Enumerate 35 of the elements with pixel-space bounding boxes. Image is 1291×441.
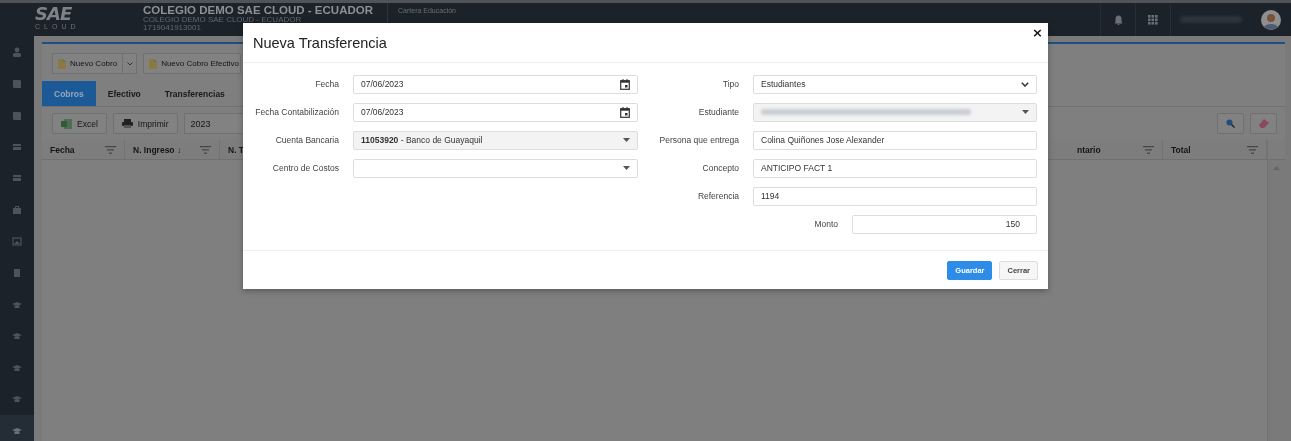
field-label: Tipo bbox=[721, 79, 739, 90]
toolbar-button[interactable]: Imprimir bbox=[112, 113, 178, 134]
column-header[interactable]: Total bbox=[1171, 144, 1191, 155]
school-subtitle: COLEGIO DEMO SAE CLOUD - ECUADOR bbox=[143, 16, 303, 24]
field-label: Estudiante bbox=[697, 107, 739, 118]
school-id: 1719041913001 bbox=[143, 24, 202, 32]
tab[interactable]: Cobros bbox=[42, 81, 96, 106]
dialog-title: Nueva Transferencia bbox=[253, 34, 387, 51]
tab[interactable]: Transferencias bbox=[152, 81, 228, 106]
logo-text: SAE bbox=[35, 5, 73, 23]
dialog-close-button[interactable]: × bbox=[1032, 26, 1043, 39]
year-field[interactable]: 2023 bbox=[183, 113, 244, 134]
field-label: Concepto bbox=[701, 163, 739, 174]
column-header[interactable]: Fecha bbox=[50, 144, 75, 155]
date-field[interactable]: 07/06/2023 bbox=[353, 103, 638, 122]
column-header[interactable]: N. Ingreso ↓ bbox=[133, 144, 182, 155]
tab[interactable]: Efectivo bbox=[95, 81, 153, 106]
dropdown-field[interactable]: Estudiantes bbox=[753, 75, 1037, 94]
toolbar-button[interactable]: Excel bbox=[52, 113, 107, 134]
text-field[interactable]: 1194 bbox=[753, 187, 1037, 206]
field-label: Fecha Contabilización bbox=[254, 107, 339, 118]
amount-field[interactable]: 150 bbox=[852, 215, 1037, 234]
field-label: Referencia bbox=[696, 191, 739, 202]
field-label: Monto bbox=[814, 219, 838, 230]
column-header[interactable]: ntario bbox=[1077, 144, 1101, 155]
action-button[interactable]: Nuevo Cobro bbox=[52, 53, 124, 74]
text-field[interactable]: Colina Quiñones Jose Alexander bbox=[753, 131, 1037, 150]
field-label: Persona que entrega bbox=[658, 135, 739, 146]
text-field[interactable]: ANTICIPO FACT 1 bbox=[753, 159, 1037, 178]
field-label: Centro de Costos bbox=[271, 163, 339, 174]
field-label: Cuenta Bancaria bbox=[274, 135, 339, 146]
action-button[interactable]: Nuevo Cobro Efectivo bbox=[143, 53, 241, 74]
school-name: COLEGIO DEMO SAE CLOUD - ECUADOR bbox=[143, 4, 373, 16]
field-label: Fecha bbox=[314, 79, 339, 90]
date-field[interactable]: 07/06/2023 bbox=[353, 75, 638, 94]
